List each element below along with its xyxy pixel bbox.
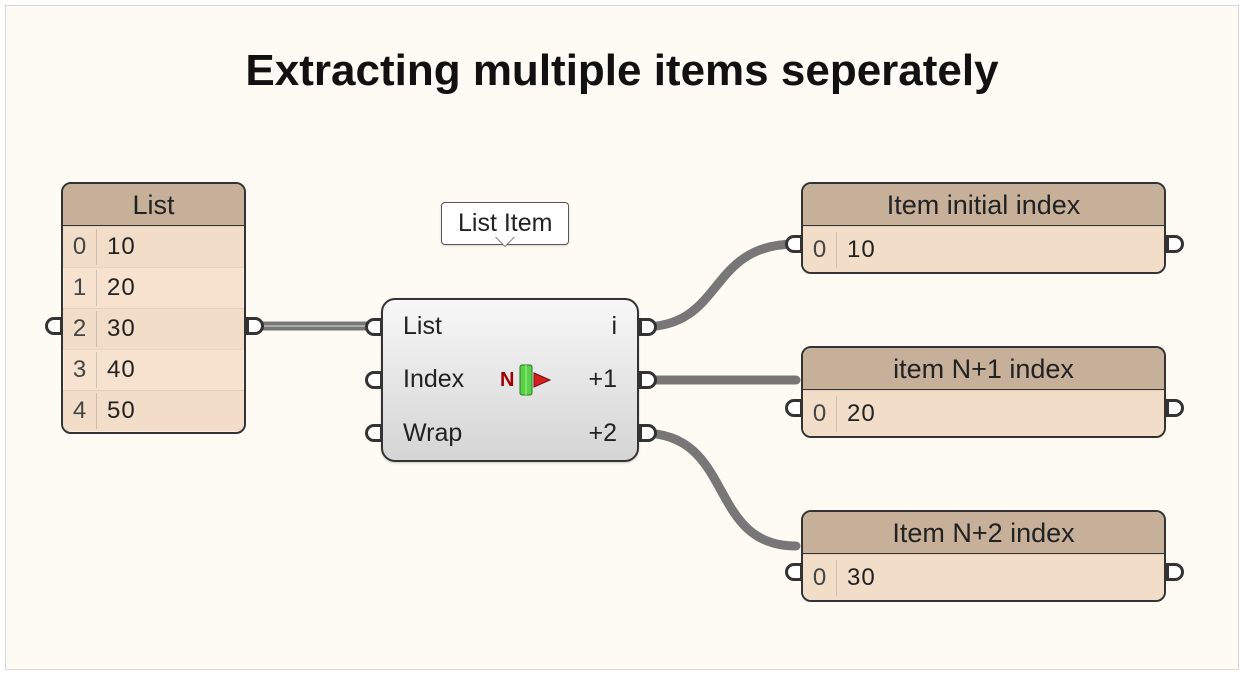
port-in-icon[interactable]: [365, 371, 383, 389]
row-value: 10: [97, 233, 244, 261]
row-index: 3: [63, 352, 97, 388]
port-in-icon[interactable]: [365, 424, 383, 442]
input-index[interactable]: Index: [383, 365, 491, 394]
table-row: 020: [803, 390, 1164, 436]
port-in-icon[interactable]: [785, 563, 803, 581]
table-row: 010: [803, 226, 1164, 272]
row-index: 0: [803, 560, 837, 596]
port-out-icon[interactable]: [639, 318, 657, 336]
component-icon: N: [491, 363, 561, 397]
port-out-icon[interactable]: [1166, 235, 1184, 253]
row-value: 30: [837, 564, 1164, 592]
row-index: 2: [63, 311, 97, 347]
panel-header: item N+1 index: [803, 348, 1164, 390]
panel-header: Item initial index: [803, 184, 1164, 226]
output-plus-2[interactable]: +2: [561, 419, 637, 448]
table-row: 450: [63, 390, 244, 431]
panel-output-1[interactable]: item N+1 index 020: [801, 346, 1166, 438]
table-row: 120: [63, 267, 244, 308]
panel-rows: 010120230340450: [63, 226, 244, 431]
port-out-icon[interactable]: [1166, 399, 1184, 417]
port-out-icon[interactable]: [1166, 563, 1184, 581]
table-row: 010: [63, 226, 244, 267]
row-value: 30: [97, 315, 244, 343]
svg-text:N: N: [500, 369, 514, 391]
port-in-icon[interactable]: [365, 318, 383, 336]
input-wrap[interactable]: Wrap: [383, 419, 491, 448]
diagram-title: Extracting multiple items seperately: [6, 46, 1238, 96]
port-in-icon[interactable]: [785, 399, 803, 417]
row-index: 1: [63, 270, 97, 306]
row-value: 50: [97, 397, 244, 425]
panel-output-0[interactable]: Item initial index 010: [801, 182, 1166, 274]
panel-header: Item N+2 index: [803, 512, 1164, 554]
output-plus-1[interactable]: +1: [561, 365, 637, 394]
port-out-icon[interactable]: [639, 424, 657, 442]
port-in-icon[interactable]: [785, 235, 803, 253]
row-value: 20: [97, 274, 244, 302]
row-index: 0: [803, 232, 837, 268]
row-value: 40: [97, 356, 244, 384]
table-row: 030: [803, 554, 1164, 600]
row-index: 4: [63, 393, 97, 429]
panel-rows: 010: [803, 226, 1164, 272]
port-in-icon[interactable]: [45, 317, 63, 335]
table-row: 230: [63, 308, 244, 349]
input-list[interactable]: List: [383, 312, 491, 341]
row-index: 0: [803, 396, 837, 432]
panel-rows: 020: [803, 390, 1164, 436]
port-out-icon[interactable]: [639, 371, 657, 389]
table-row: 340: [63, 349, 244, 390]
component-list-item[interactable]: List Index Wrap i +1 +2 N: [381, 298, 639, 462]
row-value: 10: [837, 236, 1164, 264]
row-value: 20: [837, 400, 1164, 428]
row-index: 0: [63, 229, 97, 265]
panel-output-2[interactable]: Item N+2 index 030: [801, 510, 1166, 602]
port-out-icon[interactable]: [246, 317, 264, 335]
tooltip-text: List Item: [458, 209, 552, 237]
component-label-tooltip: List Item: [441, 202, 569, 245]
panel-header: List: [63, 184, 244, 226]
panel-rows: 030: [803, 554, 1164, 600]
panel-source-list[interactable]: List 010120230340450: [61, 182, 246, 434]
output-i[interactable]: i: [561, 312, 637, 341]
diagram-frame: Extracting multiple items seperately Lis…: [5, 5, 1239, 670]
